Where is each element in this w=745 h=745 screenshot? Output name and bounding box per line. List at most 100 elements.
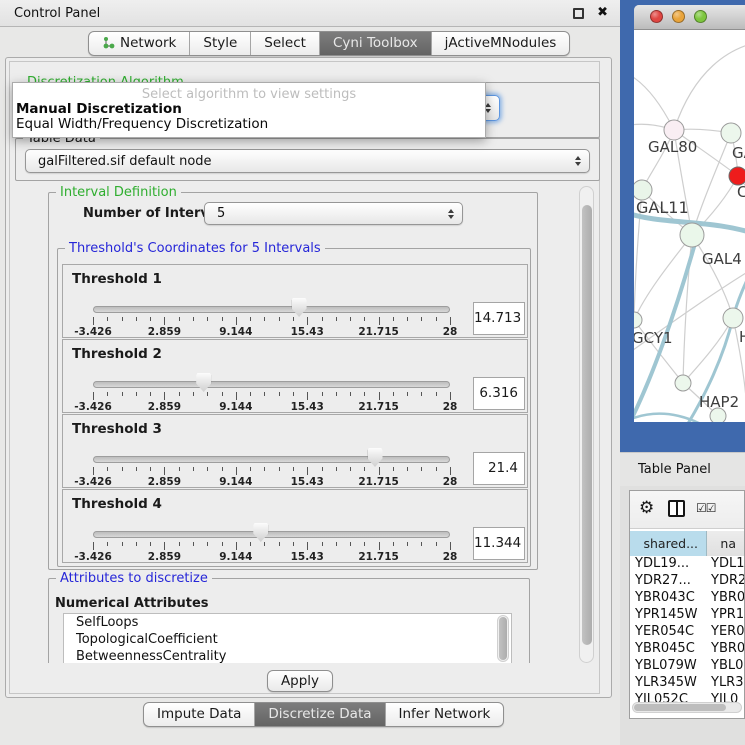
table-panel-area: ⚙ ☑☑ shared... na YDL19...YDL1YDR27...YD…	[620, 486, 745, 745]
tab-impute-data[interactable]: Impute Data	[144, 703, 255, 726]
network-node[interactable]	[675, 375, 691, 391]
attributes-list-scrollbar[interactable]	[497, 615, 509, 662]
slider-tick	[222, 317, 223, 321]
slider-tick	[350, 317, 351, 321]
network-node[interactable]	[680, 223, 704, 247]
tab-cyni-toolbox[interactable]: Cyni Toolbox	[320, 32, 432, 55]
network-edge[interactable]	[683, 318, 733, 383]
network-edge[interactable]	[634, 70, 674, 130]
threshold-value-field[interactable]: 6.316	[473, 377, 525, 410]
slider-tick	[436, 542, 437, 546]
threshold-row-2: Threshold 2-3.4262.8599.14415.4321.71528…	[62, 339, 528, 413]
attributes-group-label: Attributes to discretize	[56, 571, 212, 586]
tab-infer-network[interactable]: Infer Network	[386, 703, 504, 726]
network-node[interactable]	[634, 312, 642, 328]
slider-tick	[450, 392, 451, 400]
threshold-value-field[interactable]: 14.713	[473, 302, 525, 335]
float-window-icon[interactable]	[573, 8, 584, 19]
tab-label: Infer Network	[399, 706, 491, 722]
table-row[interactable]: YER054CYER0	[630, 624, 744, 641]
thresholds-group-label: Threshold's Coordinates for 5 Intervals	[65, 241, 325, 256]
cell-name: YBR0	[707, 590, 744, 607]
network-window: GAL80GACGAL11GAL4GCY1HHAP2	[634, 5, 745, 422]
slider-track[interactable]	[93, 306, 450, 313]
num-intervals-combo[interactable]: 5	[204, 202, 463, 225]
apply-button[interactable]: Apply	[267, 670, 333, 692]
threshold-label: Threshold 4	[72, 496, 162, 512]
slider-track[interactable]	[93, 531, 450, 538]
table-row[interactable]: YBL079WYBL0	[630, 658, 744, 675]
slider-thumb[interactable]	[292, 298, 307, 317]
slider-thumb[interactable]	[253, 523, 268, 542]
slider-tick-label: 2.859	[140, 551, 188, 563]
network-node[interactable]	[664, 120, 684, 140]
checkboxes-icon[interactable]: ☑☑	[696, 501, 716, 515]
threshold-value-field[interactable]: 11.344	[473, 527, 525, 560]
attribute-item[interactable]: TopologicalCoefficient	[64, 631, 511, 648]
table-row[interactable]: YDR27...YDR2	[630, 573, 744, 590]
network-node[interactable]	[634, 180, 652, 200]
close-icon[interactable]: ✖	[597, 5, 608, 20]
cell-shared-name: YDL19...	[630, 556, 707, 573]
network-node[interactable]	[723, 308, 743, 328]
attribute-item[interactable]: BetweennessCentrality	[64, 648, 511, 663]
table-row[interactable]: YBR043CYBR0	[630, 590, 744, 607]
tab-network[interactable]: Network	[89, 32, 190, 55]
tab-select[interactable]: Select	[251, 32, 320, 55]
slider-tick	[336, 317, 337, 321]
slider-tick	[93, 467, 94, 475]
tab-label: Network	[120, 35, 176, 51]
tab-label: Impute Data	[157, 706, 241, 722]
slider-tick	[236, 542, 237, 550]
table-data-combo[interactable]: galFiltered.sif default node	[25, 149, 590, 173]
slider-thumb[interactable]	[196, 373, 211, 392]
mac-window-titlebar[interactable]	[634, 5, 745, 30]
slider-tick	[322, 392, 323, 396]
network-canvas[interactable]: GAL80GACGAL11GAL4GCY1HHAP2	[634, 30, 745, 422]
table-header-row: shared... na	[630, 531, 744, 556]
popup-item-1[interactable]: Equal Width/Frequency Discretization	[16, 116, 268, 132]
slider-tick	[421, 542, 422, 546]
column-header-name[interactable]: na	[707, 531, 744, 556]
tab-discretize-data[interactable]: Discretize Data	[255, 703, 385, 726]
minimize-traffic-light[interactable]	[672, 10, 685, 23]
attribute-item[interactable]: SelfLoops	[64, 614, 511, 631]
slider-tick	[179, 467, 180, 471]
slider-tick-label: 21.715	[355, 401, 403, 413]
tab-style[interactable]: Style	[190, 32, 251, 55]
slider-tick	[136, 317, 137, 321]
threshold-row-4: Threshold 4-3.4262.8599.14415.4321.71528…	[62, 489, 528, 563]
network-node[interactable]	[721, 123, 741, 143]
zoom-traffic-light[interactable]	[694, 10, 707, 23]
cell-shared-name: YBR045C	[630, 641, 707, 658]
network-edge[interactable]	[692, 133, 731, 235]
slider-tick	[207, 467, 208, 471]
network-edge[interactable]	[674, 42, 745, 130]
threshold-label: Threshold 3	[72, 421, 162, 437]
numerical-attributes-list[interactable]: SelfLoopsTopologicalCoefficientBetweenne…	[63, 613, 512, 663]
slider-track[interactable]	[93, 456, 450, 463]
table-row[interactable]: YDL19...YDL1	[630, 556, 744, 573]
slider-tick	[279, 317, 280, 321]
column-header-shared[interactable]: shared...	[630, 531, 707, 556]
slider-thumb[interactable]	[368, 448, 383, 467]
panel-scrollbar[interactable]	[579, 186, 594, 663]
threshold-value-field[interactable]: 21.4	[473, 452, 525, 485]
settings-scroll-viewport: Interval Definition Number of Intervals …	[10, 186, 578, 663]
gear-icon[interactable]: ⚙	[639, 498, 654, 518]
table-row[interactable]: YBR045CYBR0	[630, 641, 744, 658]
table-row[interactable]: YLR345WYLR3	[630, 675, 744, 692]
slider-tick	[193, 317, 194, 321]
slider-tick	[393, 317, 394, 321]
slider-tick	[107, 542, 108, 546]
slider-tick	[193, 392, 194, 396]
tab-jactivemnodules[interactable]: jActiveMNodules	[432, 32, 570, 55]
slider-tick	[150, 392, 151, 396]
close-traffic-light[interactable]	[650, 10, 663, 23]
network-edge[interactable]	[692, 235, 733, 318]
table-row[interactable]: YPR145WYPR1	[630, 607, 744, 624]
popup-item-0[interactable]: Manual Discretization	[16, 101, 182, 117]
slider-track[interactable]	[93, 381, 450, 388]
table-hscrollbar[interactable]	[632, 702, 742, 713]
columns-icon[interactable]	[668, 500, 685, 517]
